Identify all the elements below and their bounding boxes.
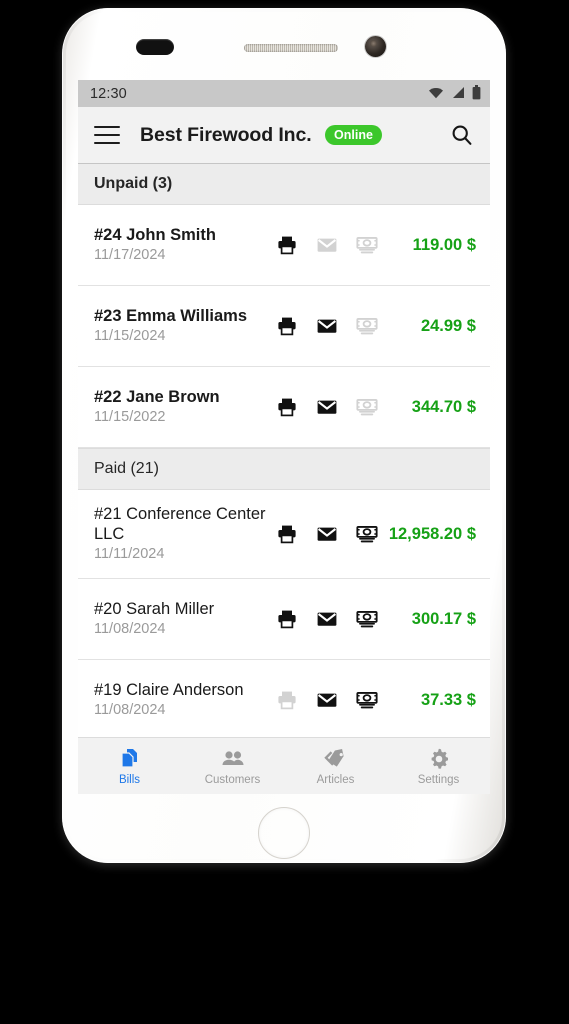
nav-label-articles: Articles (316, 773, 355, 786)
bill-name: #21 Conference Center LLC (94, 505, 266, 543)
bill-date: 11/11/2024 (94, 546, 165, 562)
bill-info: #19 Claire Anderson 11/08/2024 (94, 680, 272, 720)
people-icon (220, 747, 246, 771)
home-button[interactable] (258, 807, 310, 859)
printer-icon (276, 689, 298, 711)
printer-icon[interactable] (276, 234, 298, 256)
printer-icon[interactable] (276, 608, 298, 630)
phone-screen: 12:30 Best Firewood Inc. Online Unpaid (… (78, 80, 490, 794)
envelope-icon[interactable] (316, 608, 338, 630)
table-row[interactable]: #23 Emma Williams 11/15/2024 24.99 $ (78, 286, 490, 367)
nav-item-settings[interactable]: Settings (387, 738, 490, 794)
row-actions (276, 523, 378, 545)
status-bar: 12:30 (78, 80, 490, 107)
money-stack-icon (356, 234, 378, 256)
bill-name: #23 Emma Williams (94, 307, 248, 325)
earpiece-speaker (244, 44, 338, 52)
cellular-signal-icon (451, 86, 465, 102)
app-title-text: Best Firewood Inc. (140, 123, 312, 146)
bill-info: #24 John Smith 11/17/2024 (94, 225, 272, 265)
status-bar-clock: 12:30 (90, 85, 127, 102)
app-bar: Best Firewood Inc. Online (78, 107, 490, 163)
row-actions (276, 396, 378, 418)
row-actions (276, 689, 378, 711)
envelope-icon (316, 234, 338, 256)
nav-item-customers[interactable]: Customers (181, 738, 284, 794)
status-bar-system-icons (428, 84, 481, 103)
search-icon[interactable] (448, 121, 476, 149)
money-stack-icon (356, 315, 378, 337)
bottom-navigation-bar: Bills Customers Articles Settings (78, 737, 490, 794)
section-header: Paid (21) (78, 448, 490, 490)
printer-icon[interactable] (276, 315, 298, 337)
nav-label-settings: Settings (417, 773, 460, 786)
bill-info: #20 Sarah Miller 11/08/2024 (94, 599, 272, 639)
gear-icon (427, 747, 451, 771)
printer-icon[interactable] (276, 523, 298, 545)
row-actions (276, 608, 378, 630)
table-row[interactable]: #20 Sarah Miller 11/08/2024 300.17 $ (78, 579, 490, 660)
bill-date: 11/15/2024 (94, 328, 166, 344)
nav-label-bills: Bills (118, 773, 141, 786)
bill-amount: 344.70 $ (411, 397, 476, 416)
bill-date: 11/08/2024 (94, 621, 166, 637)
bill-name: #22 Jane Brown (94, 388, 220, 406)
bill-amount: 300.17 $ (411, 609, 476, 628)
bill-date: 11/17/2024 (94, 247, 166, 263)
bill-name: #20 Sarah Miller (94, 600, 215, 618)
table-row[interactable]: #24 John Smith 11/17/2024 119.00 $ (78, 205, 490, 286)
envelope-icon[interactable] (316, 396, 338, 418)
tags-icon (323, 747, 349, 771)
envelope-icon[interactable] (316, 315, 338, 337)
nav-item-articles[interactable]: Articles (284, 738, 387, 794)
nav-label-customers: Customers (204, 773, 261, 786)
hamburger-menu-icon[interactable] (94, 126, 120, 144)
envelope-icon[interactable] (316, 689, 338, 711)
row-actions (276, 234, 378, 256)
money-stack-icon[interactable] (356, 689, 378, 711)
status-badge: Online (325, 125, 382, 145)
bills-list[interactable]: Unpaid (3) #24 John Smith 11/17/2024 119.00… (78, 163, 490, 794)
section-header: Unpaid (3) (78, 163, 490, 205)
bill-amount: 24.99 $ (420, 316, 476, 335)
battery-icon (472, 84, 481, 103)
row-actions (276, 315, 378, 337)
wifi-icon (428, 86, 444, 102)
table-row[interactable]: #22 Jane Brown 11/15/2022 344.70 $ (78, 367, 490, 448)
bill-info: #22 Jane Brown 11/15/2022 (94, 387, 272, 427)
bill-info: #21 Conference Center LLC 11/11/2024 (94, 504, 272, 564)
bill-date: 11/15/2022 (94, 409, 166, 425)
page-title: Best Firewood Inc. Online (120, 124, 382, 147)
bill-amount: 12,958.20 $ (388, 524, 476, 543)
bill-name: #24 John Smith (94, 226, 216, 244)
front-camera (365, 36, 386, 57)
bill-info: #23 Emma Williams 11/15/2024 (94, 306, 272, 346)
bill-date: 11/08/2024 (94, 702, 166, 718)
bill-name: #19 Claire Anderson (94, 681, 244, 699)
documents-stack-icon (117, 747, 142, 771)
money-stack-icon[interactable] (356, 523, 378, 545)
money-stack-icon (356, 396, 378, 418)
money-stack-icon[interactable] (356, 608, 378, 630)
proximity-sensor (136, 39, 174, 55)
nav-item-bills[interactable]: Bills (78, 738, 181, 794)
envelope-icon[interactable] (316, 523, 338, 545)
bill-amount: 37.33 $ (420, 690, 476, 709)
bill-amount: 119.00 $ (412, 235, 476, 254)
phone-device-frame: 12:30 Best Firewood Inc. Online Unpaid (… (62, 8, 506, 863)
table-row[interactable]: #19 Claire Anderson 11/08/2024 37.33 $ (78, 660, 490, 741)
table-row[interactable]: #21 Conference Center LLC 11/11/2024 12,95… (78, 490, 490, 579)
printer-icon[interactable] (276, 396, 298, 418)
